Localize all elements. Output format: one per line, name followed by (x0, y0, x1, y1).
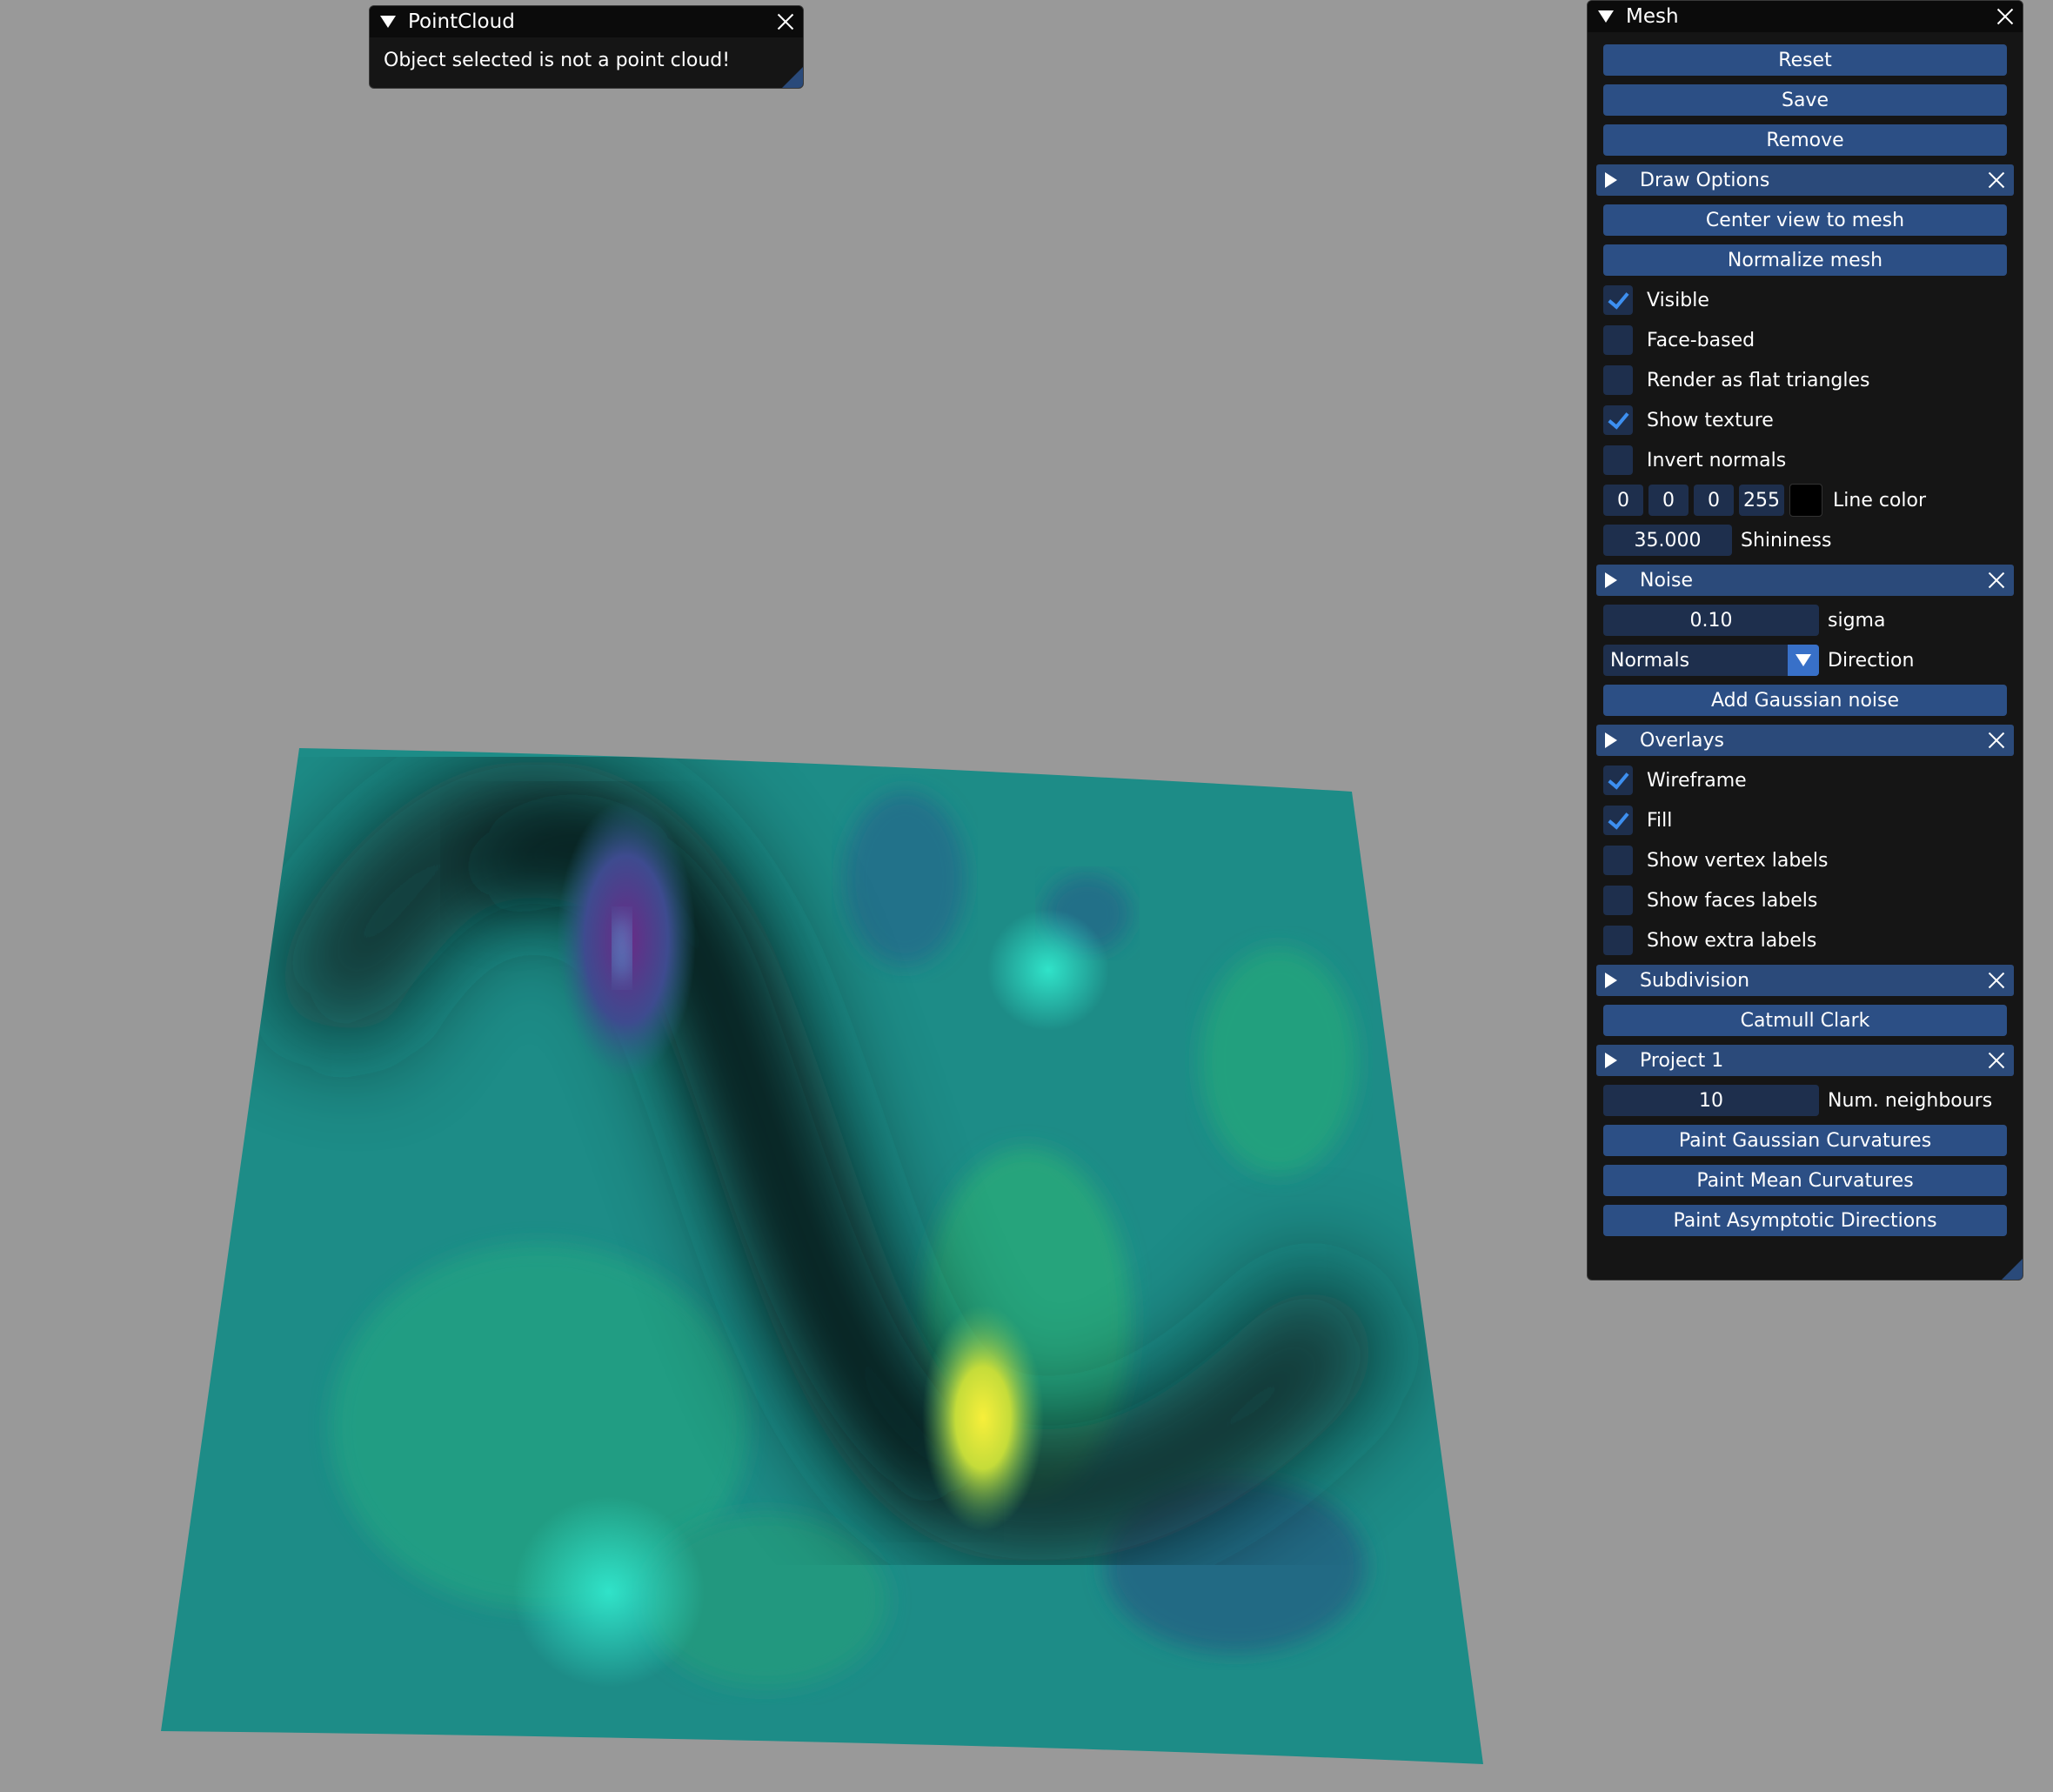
close-icon[interactable] (1988, 171, 2005, 189)
save-button[interactable]: Save (1603, 84, 2007, 116)
expand-triangle-icon (1605, 1053, 1617, 1068)
line-color-r-input[interactable]: 0 (1603, 485, 1643, 516)
dropdown-arrow-icon[interactable] (1788, 645, 1819, 676)
pointcloud-window[interactable]: PointCloud Object selected is not a poin… (369, 5, 804, 89)
close-icon[interactable] (1988, 572, 2005, 589)
show-texture-checkbox[interactable] (1603, 405, 1633, 435)
invert-normals-checkbox-row[interactable]: Invert normals (1603, 445, 2007, 476)
collapse-triangle-icon[interactable] (380, 16, 396, 28)
expand-triangle-icon (1605, 973, 1617, 988)
collapse-triangle-icon[interactable] (1598, 10, 1614, 23)
neighbours-input[interactable]: 10 (1603, 1085, 1819, 1116)
subdivision-title: Subdivision (1640, 969, 1750, 992)
direction-label: Direction (1828, 649, 1915, 672)
invert-normals-label: Invert normals (1647, 449, 1787, 471)
expand-triangle-icon (1605, 732, 1617, 748)
invert-normals-checkbox[interactable] (1603, 445, 1633, 475)
line-color-g-input[interactable]: 0 (1648, 485, 1689, 516)
pointcloud-title: PointCloud (408, 10, 515, 33)
remove-button[interactable]: Remove (1603, 124, 2007, 156)
line-color-swatch[interactable] (1789, 484, 1822, 517)
vertex-labels-checkbox-row[interactable]: Show vertex labels (1603, 845, 2007, 876)
normalize-mesh-button[interactable]: Normalize mesh (1603, 244, 2007, 276)
line-color-label: Line color (1833, 489, 1927, 512)
fill-checkbox-row[interactable]: Fill (1603, 805, 2007, 836)
line-color-row: 0 0 0 255 Line color (1603, 484, 2007, 517)
sigma-input[interactable]: 0.10 (1603, 605, 1819, 636)
noise-title: Noise (1640, 569, 1694, 592)
flat-triangles-checkbox-row[interactable]: Render as flat triangles (1603, 364, 2007, 396)
draw-options-header[interactable]: Draw Options (1596, 164, 2014, 196)
faces-labels-checkbox-row[interactable]: Show faces labels (1603, 885, 2007, 916)
extra-labels-checkbox-row[interactable]: Show extra labels (1603, 925, 2007, 956)
face-based-label: Face-based (1647, 329, 1755, 351)
direction-value: Normals (1610, 649, 1690, 672)
close-icon[interactable] (1988, 1052, 2005, 1069)
close-icon[interactable] (1996, 8, 2014, 25)
expand-triangle-icon (1605, 572, 1617, 588)
wireframe-label: Wireframe (1647, 769, 1747, 792)
project-header[interactable]: Project 1 (1596, 1045, 2014, 1076)
direction-select[interactable]: Normals (1603, 645, 1819, 676)
center-view-button[interactable]: Center view to mesh (1603, 204, 2007, 236)
mesh-window[interactable]: Mesh Reset Save Remove Draw Options Cent… (1587, 0, 2023, 1280)
close-icon[interactable] (1988, 732, 2005, 749)
line-color-a-input[interactable]: 255 (1739, 485, 1784, 516)
catmull-clark-button[interactable]: Catmull Clark (1603, 1005, 2007, 1036)
show-texture-checkbox-row[interactable]: Show texture (1603, 405, 2007, 436)
visible-checkbox-row[interactable]: Visible (1603, 284, 2007, 316)
reset-button[interactable]: Reset (1603, 44, 2007, 76)
faces-labels-checkbox[interactable] (1603, 886, 1633, 915)
subdivision-header[interactable]: Subdivision (1596, 965, 2014, 996)
neighbours-row: 10 Num. neighbours (1603, 1085, 2007, 1116)
project-title: Project 1 (1640, 1049, 1724, 1072)
wireframe-checkbox-row[interactable]: Wireframe (1603, 765, 2007, 796)
close-icon[interactable] (1988, 972, 2005, 989)
overlays-title: Overlays (1640, 729, 1724, 752)
shininess-input[interactable]: 35.000 (1603, 525, 1732, 556)
flat-triangles-label: Render as flat triangles (1647, 369, 1870, 391)
sigma-label: sigma (1828, 609, 1886, 632)
neighbours-label: Num. neighbours (1828, 1089, 1993, 1112)
resize-grip-icon[interactable] (2002, 1259, 2023, 1280)
mesh-surface (161, 748, 1483, 1764)
close-icon[interactable] (777, 13, 794, 30)
expand-triangle-icon (1605, 172, 1617, 188)
overlays-header[interactable]: Overlays (1596, 725, 2014, 756)
mesh-title-bar[interactable]: Mesh (1588, 1, 2023, 32)
sigma-row: 0.10 sigma (1603, 605, 2007, 636)
faces-labels-label: Show faces labels (1647, 889, 1818, 912)
line-color-b-input[interactable]: 0 (1694, 485, 1734, 516)
extra-labels-checkbox[interactable] (1603, 926, 1633, 955)
fill-checkbox[interactable] (1603, 806, 1633, 835)
paint-asymptotic-directions-button[interactable]: Paint Asymptotic Directions (1603, 1205, 2007, 1236)
visible-label: Visible (1647, 289, 1709, 311)
vertex-labels-label: Show vertex labels (1647, 849, 1829, 872)
shininess-row: 35.000 Shininess (1603, 525, 2007, 556)
add-gaussian-noise-button[interactable]: Add Gaussian noise (1603, 685, 2007, 716)
show-texture-label: Show texture (1647, 409, 1774, 431)
extra-labels-label: Show extra labels (1647, 929, 1817, 952)
mesh-title: Mesh (1626, 5, 1679, 28)
visible-checkbox[interactable] (1603, 285, 1633, 315)
vertex-labels-checkbox[interactable] (1603, 846, 1633, 875)
resize-grip-icon[interactable] (782, 67, 803, 88)
pointcloud-message: Object selected is not a point cloud! (384, 50, 731, 71)
flat-triangles-checkbox[interactable] (1603, 365, 1633, 395)
wireframe-checkbox[interactable] (1603, 766, 1633, 795)
noise-header[interactable]: Noise (1596, 565, 2014, 596)
paint-mean-curvatures-button[interactable]: Paint Mean Curvatures (1603, 1165, 2007, 1196)
paint-gaussian-curvatures-button[interactable]: Paint Gaussian Curvatures (1603, 1125, 2007, 1156)
draw-options-title: Draw Options (1640, 169, 1770, 191)
pointcloud-title-bar[interactable]: PointCloud (370, 6, 803, 37)
face-based-checkbox[interactable] (1603, 325, 1633, 355)
shininess-label: Shininess (1741, 529, 1832, 552)
direction-row: Normals Direction (1603, 645, 2007, 676)
face-based-checkbox-row[interactable]: Face-based (1603, 324, 2007, 356)
fill-label: Fill (1647, 809, 1673, 832)
